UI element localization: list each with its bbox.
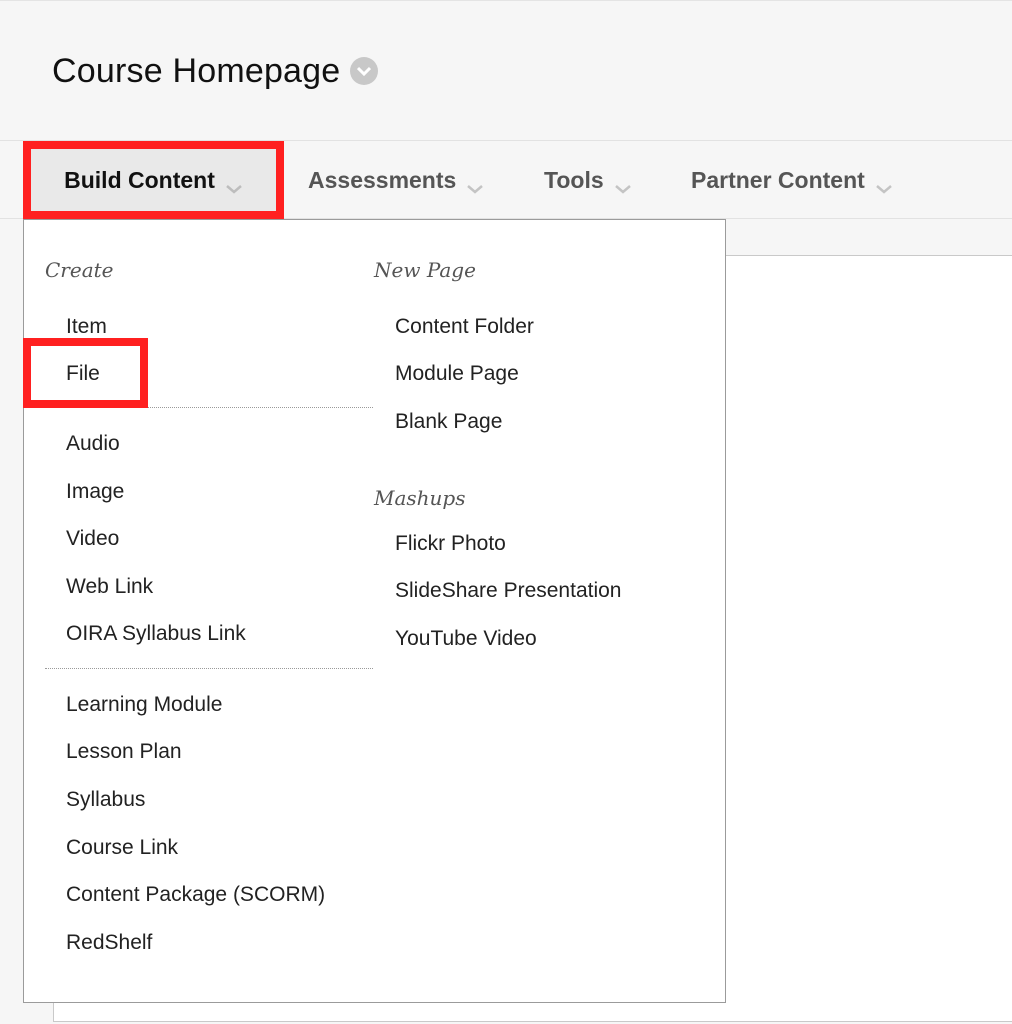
menu-item-content-package-scorm[interactable]: Content Package (SCORM)	[66, 883, 325, 907]
build-content-label: Build Content	[64, 166, 215, 193]
chevron-down-icon	[466, 174, 484, 194]
page-title: Course Homepage	[52, 51, 379, 91]
chevron-down-icon	[875, 174, 893, 194]
create-heading: Create	[45, 258, 114, 282]
menu-item-item[interactable]: Item	[66, 315, 107, 339]
chevron-down-circle-icon[interactable]	[350, 57, 379, 85]
partner-content-button[interactable]: Partner Content	[691, 141, 893, 219]
course-toolbar: Build Content Assessments Tools Partner …	[0, 141, 1012, 219]
menu-item-lesson-plan[interactable]: Lesson Plan	[66, 740, 182, 764]
tools-button[interactable]: Tools	[544, 141, 632, 219]
chevron-down-icon	[614, 174, 632, 194]
menu-item-audio[interactable]: Audio	[66, 432, 120, 456]
menu-divider	[45, 407, 373, 408]
menu-item-image[interactable]: Image	[66, 480, 124, 504]
assessments-button[interactable]: Assessments	[308, 141, 484, 219]
menu-item-content-folder[interactable]: Content Folder	[395, 315, 534, 339]
menu-item-syllabus[interactable]: Syllabus	[66, 788, 145, 812]
menu-item-blank-page[interactable]: Blank Page	[395, 410, 502, 434]
build-content-menu: Create Item File Audio Image Video Web L…	[23, 219, 726, 1003]
page-title-text: Course Homepage	[52, 52, 341, 90]
menu-item-youtube-video[interactable]: YouTube Video	[395, 627, 537, 651]
menu-item-redshelf[interactable]: RedShelf	[66, 931, 152, 955]
menu-divider	[45, 668, 373, 669]
menu-item-slideshare-presentation[interactable]: SlideShare Presentation	[395, 579, 621, 603]
menu-item-file[interactable]: File	[66, 362, 100, 386]
menu-item-flickr-photo[interactable]: Flickr Photo	[395, 532, 506, 556]
menu-item-course-link[interactable]: Course Link	[66, 836, 178, 860]
assessments-label: Assessments	[308, 166, 457, 193]
menu-item-learning-module[interactable]: Learning Module	[66, 693, 222, 717]
chevron-down-icon	[225, 174, 243, 194]
menu-item-module-page[interactable]: Module Page	[395, 362, 519, 386]
menu-item-web-link[interactable]: Web Link	[66, 575, 153, 599]
new-page-heading: New Page	[374, 258, 476, 282]
build-content-button[interactable]: Build Content	[23, 141, 284, 219]
menu-item-video[interactable]: Video	[66, 527, 119, 551]
tools-label: Tools	[544, 166, 604, 193]
page-header: Course Homepage	[0, 0, 1012, 141]
partner-content-label: Partner Content	[691, 166, 865, 193]
menu-item-oira-syllabus-link[interactable]: OIRA Syllabus Link	[66, 622, 246, 646]
mashups-heading: Mashups	[374, 486, 466, 510]
